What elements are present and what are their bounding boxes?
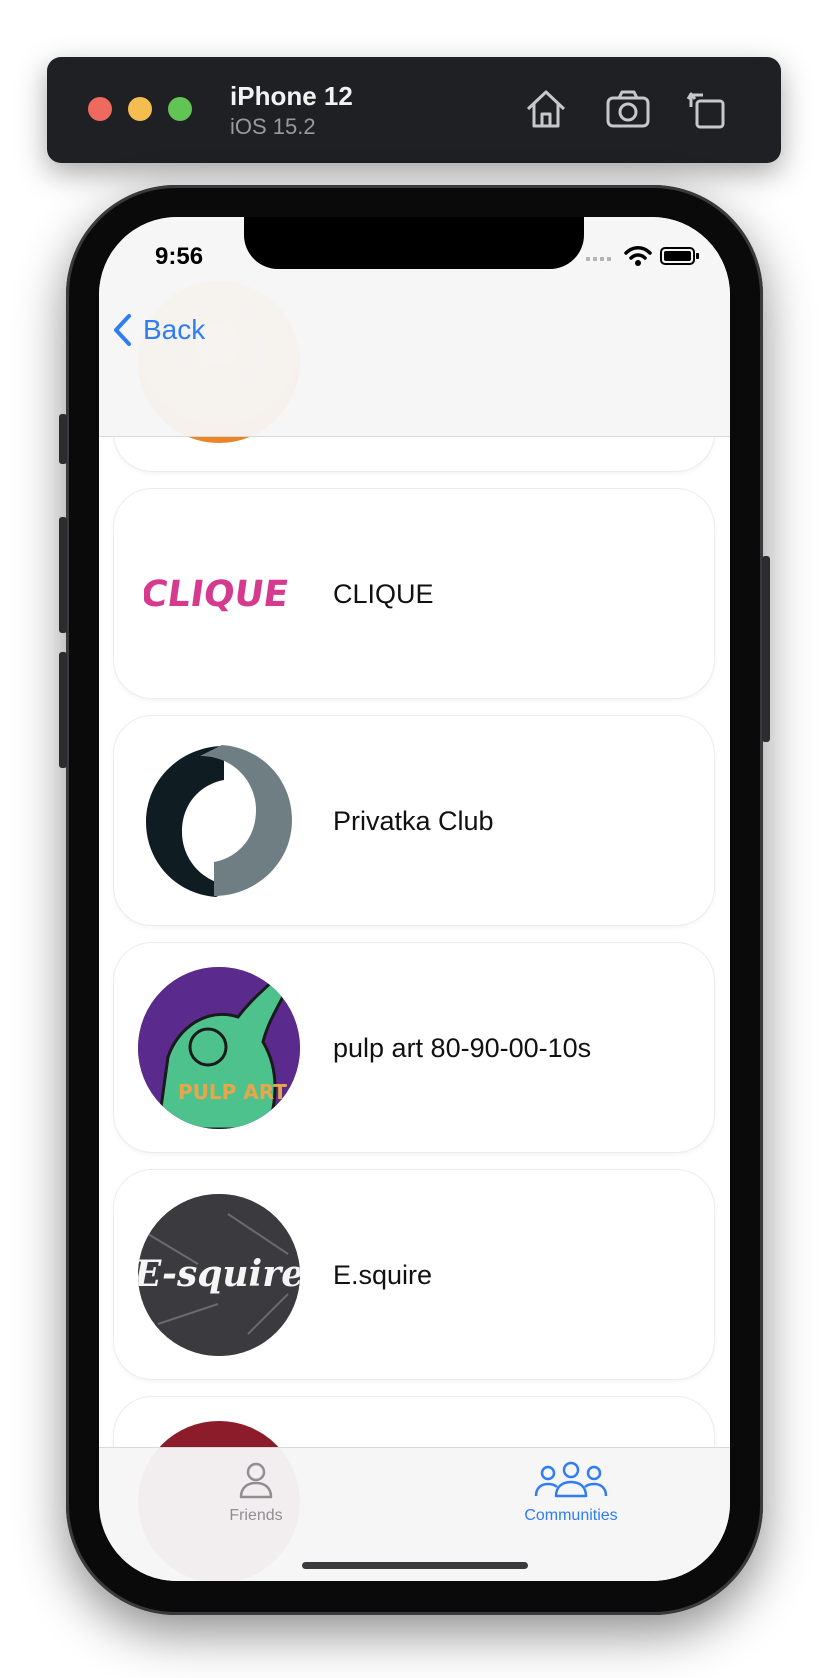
person-icon xyxy=(239,1462,273,1499)
chevron-left-icon xyxy=(114,314,131,346)
tab-friends[interactable]: Friends xyxy=(156,1460,356,1525)
notch xyxy=(244,217,584,269)
power-button xyxy=(762,556,770,742)
status-icons xyxy=(586,245,700,267)
simulator-toolbar: iPhone 12 iOS 15.2 xyxy=(47,57,781,163)
community-name: CLIQUE xyxy=(333,579,434,609)
tab-bar: Friends Communities xyxy=(99,1447,730,1581)
tab-communities-label: Communities xyxy=(524,1507,618,1524)
close-window-button[interactable] xyxy=(88,97,112,121)
clique-logo: CLIQUE xyxy=(138,513,300,675)
wifi-icon xyxy=(624,246,652,266)
list-item[interactable]: PULP ART pulp art 80-90-00-10s xyxy=(114,943,714,1152)
rotate-icon[interactable] xyxy=(683,85,731,133)
device-screen: CLIQUE CLIQUE Privatka Club PULP ART pul… xyxy=(99,217,730,1581)
tab-communities[interactable]: Communities xyxy=(471,1460,671,1525)
minimize-window-button[interactable] xyxy=(128,97,152,121)
zoom-window-button[interactable] xyxy=(168,97,192,121)
list-item[interactable]: E-squire E.squire xyxy=(114,1170,714,1379)
privatka-logo xyxy=(138,740,300,902)
list-item[interactable]: CLIQUE CLIQUE xyxy=(114,489,714,698)
volume-down-button xyxy=(59,652,67,768)
screenshot-icon[interactable] xyxy=(604,85,652,133)
home-icon[interactable] xyxy=(522,85,570,133)
people-group-icon xyxy=(534,1461,608,1498)
status-time: 9:56 xyxy=(155,243,204,270)
home-indicator[interactable] xyxy=(302,1562,528,1569)
esquire-logo: E-squire xyxy=(138,1194,300,1356)
community-name: E.squire xyxy=(333,1260,433,1290)
clique-logo-text: CLIQUE xyxy=(144,572,291,615)
cellular-signal-icon xyxy=(586,257,611,261)
os-version: iOS 15.2 xyxy=(230,114,316,139)
tab-friends-label: Friends xyxy=(229,1507,283,1524)
community-name: pulp art 80-90-00-10s xyxy=(333,1033,592,1063)
clique-logo-art: CLIQUE xyxy=(144,572,291,615)
pulp-art-logo-text: PULP ART xyxy=(178,1080,287,1104)
back-button[interactable]: Back xyxy=(111,313,205,347)
community-name: Privatka Club xyxy=(333,806,494,836)
list-item[interactable]: Privatka Club xyxy=(114,716,714,925)
device-name: iPhone 12 xyxy=(230,81,353,111)
battery-icon xyxy=(660,247,699,265)
mute-switch xyxy=(59,414,67,464)
volume-up-button xyxy=(59,517,67,633)
esquire-logo-text: E-squire xyxy=(138,1253,300,1295)
pulp-art-logo: PULP ART xyxy=(138,967,300,1129)
back-label: Back xyxy=(143,314,206,345)
